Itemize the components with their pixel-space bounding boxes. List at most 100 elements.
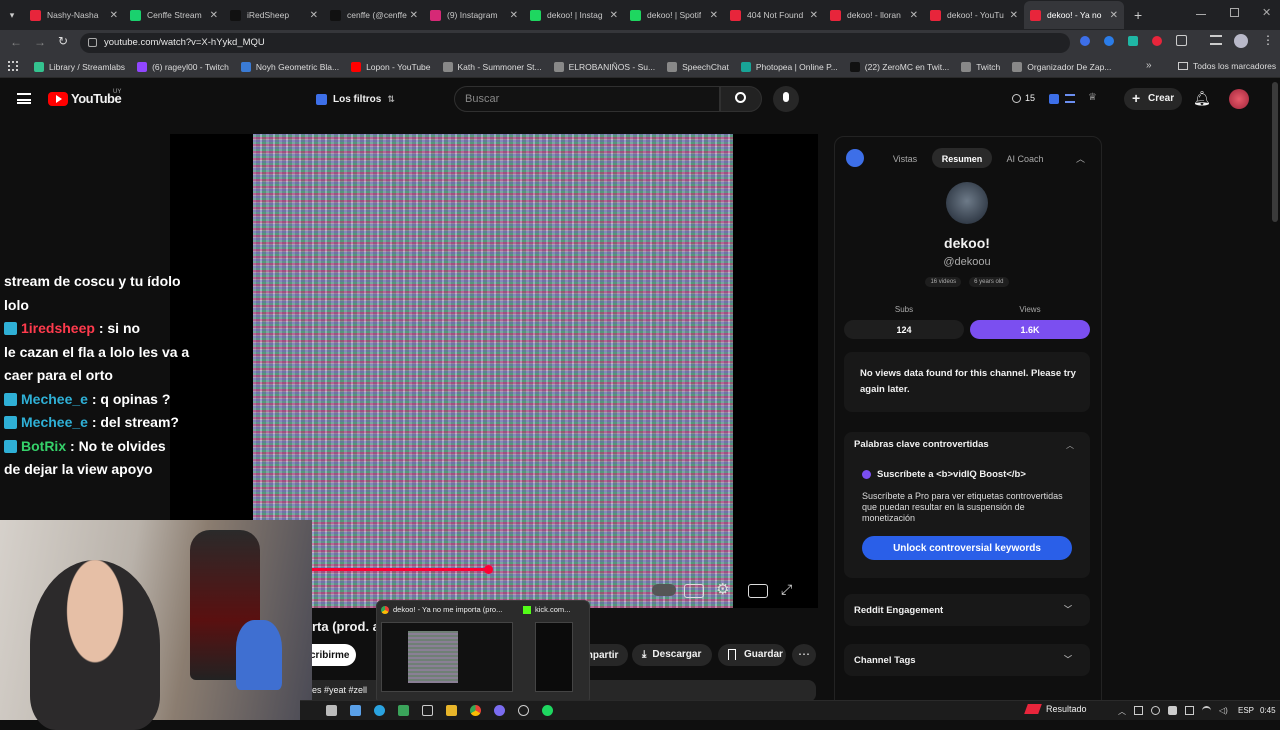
taskbar-spotify-icon[interactable]	[542, 705, 553, 716]
tray-result[interactable]: Resultado	[1024, 704, 1087, 714]
chrome-menu-icon[interactable]: ⋮	[1262, 33, 1274, 47]
bookmark-item[interactable]: Organizador De Zap...	[1012, 61, 1111, 72]
site-info-icon[interactable]	[88, 38, 97, 47]
fullscreen-icon[interactable]: ⤢	[781, 581, 792, 598]
close-tab-icon[interactable]: ✕	[1010, 10, 1018, 21]
bookmark-item[interactable]: (22) ZeroMC en Twit...	[849, 61, 949, 72]
clock[interactable]: 0:45	[1260, 706, 1276, 715]
maximize-icon[interactable]	[1230, 8, 1239, 17]
all-bookmarks-folder[interactable]: Todos los marcadores	[1178, 61, 1276, 71]
page-scrollbar[interactable]	[1272, 82, 1278, 222]
taskbar-obs-icon[interactable]	[518, 705, 529, 716]
url-bar[interactable]: youtube.com/watch?v=X-hYykd_MQU	[80, 33, 1070, 53]
collapse-chevron-icon[interactable]: ︿	[1076, 152, 1085, 165]
browser-tab[interactable]: dekoo! - YouTu ✕	[924, 1, 1024, 29]
bookmark-item[interactable]: Twitch	[961, 61, 1000, 72]
taskbar-app-square-icon[interactable]	[422, 705, 433, 716]
browser-tab[interactable]: iRedSheep ✕	[224, 1, 324, 29]
channel-name[interactable]: dekoo!	[834, 235, 1100, 251]
hamburger-menu-icon[interactable]	[17, 93, 31, 104]
trophy-icon[interactable]: ♕	[1088, 92, 1097, 103]
preview-window-1[interactable]: dekoo! - Ya no me importa (pro...	[381, 605, 517, 701]
profile-avatar[interactable]	[1234, 34, 1248, 48]
close-tab-icon[interactable]: ✕	[1110, 10, 1118, 21]
unlock-keywords-button[interactable]: Unlock controversial keywords	[862, 536, 1072, 560]
browser-tab[interactable]: dekoo! - lloran ✕	[824, 1, 924, 29]
taskbar-app-yellow-icon[interactable]	[446, 705, 457, 716]
close-tab-icon[interactable]: ✕	[310, 10, 318, 21]
reload-icon[interactable]: ↻	[58, 34, 68, 48]
vidiq-header-icon[interactable]	[1049, 94, 1059, 104]
voice-search-button[interactable]	[773, 86, 799, 112]
preview-window-2[interactable]: kick.com...	[523, 605, 587, 701]
browser-tab[interactable]: 404 Not Found ✕	[724, 1, 824, 29]
settings-gear-icon[interactable]: ⚙	[716, 580, 729, 598]
youtube-logo-icon[interactable]	[48, 92, 68, 106]
search-button[interactable]	[720, 86, 762, 112]
close-tab-icon[interactable]: ✕	[810, 10, 818, 21]
account-avatar[interactable]	[1229, 89, 1249, 109]
keywords-title[interactable]: Palabras clave controvertidas	[854, 439, 989, 450]
more-bookmarks-icon[interactable]: »	[1146, 60, 1152, 71]
taskbar-calendar-icon[interactable]	[326, 705, 337, 716]
close-window-icon[interactable]: ✕	[1262, 6, 1271, 19]
tray-icon-3[interactable]	[1168, 706, 1177, 715]
list-icon[interactable]	[1065, 94, 1075, 103]
extension-icon-1[interactable]	[1080, 36, 1090, 46]
browser-tab[interactable]: dekoo! | Spotif ✕	[624, 1, 724, 29]
browser-tab[interactable]: dekoo! | Instag ✕	[524, 1, 624, 29]
tray-chevron-icon[interactable]: ︿	[1118, 706, 1126, 717]
subtitles-icon[interactable]	[684, 584, 704, 598]
taskbar-files-icon[interactable]	[350, 705, 361, 716]
taskbar-telegram-icon[interactable]	[374, 705, 385, 716]
search-input[interactable]: Buscar	[454, 86, 720, 112]
save-button[interactable]: Guardar	[718, 644, 786, 666]
extension-icon-2[interactable]	[1104, 36, 1114, 46]
bookmark-item[interactable]: ELROBANIÑOS - Su...	[553, 61, 655, 72]
create-button[interactable]: + Crear	[1124, 88, 1182, 110]
tab-ai-coach[interactable]: AI Coach	[992, 148, 1058, 168]
download-button[interactable]: ⤓ Descargar	[632, 644, 712, 666]
filters-button[interactable]: Los filtros ⇅	[316, 90, 395, 108]
bookmark-item[interactable]: Lopon - YouTube	[351, 61, 431, 72]
bookmark-item[interactable]: Kath - Summoner St...	[442, 61, 542, 72]
tray-icon-2[interactable]	[1151, 706, 1160, 715]
watch-later-counter[interactable]: 15	[1012, 93, 1035, 103]
autoplay-toggle-icon[interactable]	[652, 584, 676, 596]
browser-tab[interactable]: Cenffe Stream ✕	[124, 1, 224, 29]
taskbar-discord-icon[interactable]	[494, 705, 505, 716]
bookmark-item[interactable]: Noyh Geometric Bla...	[240, 61, 339, 72]
taskbar-app-green-icon[interactable]	[398, 705, 409, 716]
channel-tags-row[interactable]: Channel Tags ﹀	[844, 644, 1090, 676]
new-tab-icon[interactable]: +	[1134, 7, 1142, 23]
extensions-puzzle-icon[interactable]	[1176, 35, 1187, 46]
bookmark-item[interactable]: (6) rageyl00 - Twitch	[137, 61, 229, 72]
bookmark-item[interactable]: Photopea | Online P...	[740, 61, 838, 72]
subs-value[interactable]: 124	[844, 320, 964, 339]
reddit-engagement-row[interactable]: Reddit Engagement ﹀	[844, 594, 1090, 626]
extension-icon-3[interactable]	[1128, 36, 1138, 46]
browser-tab[interactable]: Nashy-Nasha ✕	[24, 1, 124, 29]
close-tab-icon[interactable]: ✕	[110, 10, 118, 21]
channel-avatar[interactable]	[946, 182, 988, 224]
more-actions-button[interactable]: ⋯	[792, 644, 816, 666]
taskbar-chrome-icon[interactable]	[470, 705, 481, 716]
close-tab-icon[interactable]: ✕	[210, 10, 218, 21]
tab-vistas[interactable]: Vistas	[878, 148, 932, 168]
theater-mode-icon[interactable]	[748, 584, 768, 598]
tray-network-icon[interactable]	[1202, 706, 1211, 715]
close-tab-icon[interactable]: ✕	[710, 10, 718, 21]
close-tab-icon[interactable]: ✕	[910, 10, 918, 21]
views-value[interactable]: 1.6K	[970, 320, 1090, 339]
browser-tab[interactable]: (9) Instagram ✕	[424, 1, 524, 29]
tab-resumen[interactable]: Resumen	[932, 148, 992, 168]
close-tab-icon[interactable]: ✕	[410, 10, 418, 21]
close-tab-icon[interactable]: ✕	[510, 10, 518, 21]
minimize-icon[interactable]	[1196, 14, 1206, 15]
vidiq-panel-logo[interactable]	[846, 149, 864, 167]
browser-tab[interactable]: cenffe (@cenffe ✕	[324, 1, 424, 29]
tray-volume-icon[interactable]: ◁)	[1219, 706, 1228, 717]
notifications-bell-icon[interactable]: 🔔︎	[1193, 90, 1211, 107]
close-tab-icon[interactable]: ✕	[610, 10, 618, 21]
tray-icon-1[interactable]	[1134, 706, 1143, 715]
